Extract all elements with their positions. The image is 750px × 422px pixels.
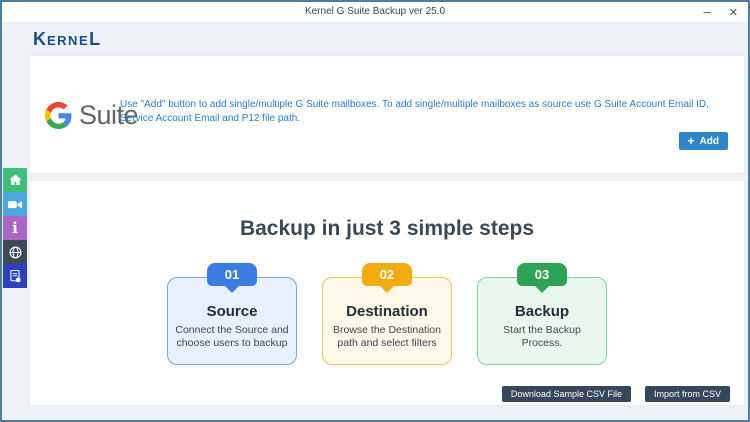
kernel-logo: KERNEL (33, 29, 101, 50)
home-icon (7, 172, 24, 189)
step-number: 03 (535, 267, 549, 282)
sidebar-item-home[interactable] (3, 168, 27, 192)
import-from-csv-button[interactable]: Import from CSV (645, 386, 730, 402)
badge-notch (379, 285, 395, 301)
source-header-panel: Suite Use "Add" button to add single/mul… (30, 56, 744, 173)
step-title: Backup (478, 303, 606, 320)
app-window: Kernel G Suite Backup ver 25.0 – ✕ KERNE… (0, 0, 750, 422)
instruction-text: Use "Add" button to add single/multiple … (120, 98, 726, 126)
step-number: 02 (380, 267, 394, 282)
globe-icon (7, 244, 24, 261)
step-title: Source (168, 303, 296, 320)
minimize-icon[interactable]: – (704, 7, 711, 17)
add-button[interactable]: + Add (679, 132, 728, 150)
kernel-logo-erne: ERNE (47, 33, 89, 48)
step-card-destination: 02 Destination Browse the Destination pa… (322, 277, 452, 365)
sidebar-item-video[interactable] (3, 192, 27, 216)
plus-icon: + (688, 136, 695, 146)
kernel-logo-l: L (89, 29, 101, 49)
step-number-badge: 02 (362, 263, 412, 286)
title-bar: Kernel G Suite Backup ver 25.0 – ✕ (2, 2, 748, 23)
add-button-label: Add (700, 136, 719, 147)
download-sample-csv-button[interactable]: Download Sample CSV File (502, 386, 631, 402)
step-description: Connect the Source and choose users to b… (172, 324, 292, 350)
sidebar-item-website[interactable] (3, 240, 27, 264)
step-title: Destination (323, 303, 451, 320)
close-icon[interactable]: ✕ (729, 6, 738, 19)
info-icon: i (12, 221, 18, 236)
google-g-icon (45, 102, 72, 129)
window-title: Kernel G Suite Backup ver 25.0 (2, 2, 748, 22)
license-report-icon (7, 268, 24, 285)
step-card-backup: 03 Backup Start the Backup Process. (477, 277, 607, 365)
badge-notch (224, 285, 240, 301)
steps-heading: Backup in just 3 simple steps (30, 181, 744, 241)
step-number-badge: 03 (517, 263, 567, 286)
steps-row: 01 Source Connect the Source and choose … (30, 277, 744, 365)
sidebar-item-license[interactable] (3, 264, 27, 288)
step-number-badge: 01 (207, 263, 257, 286)
step-number: 01 (225, 267, 239, 282)
sidebar-item-info[interactable]: i (3, 216, 27, 240)
steps-panel: Backup in just 3 simple steps 01 Source … (30, 181, 744, 405)
window-controls: – ✕ (704, 2, 738, 22)
sidebar: i (3, 168, 27, 288)
step-card-source: 01 Source Connect the Source and choose … (167, 277, 297, 365)
step-description: Browse the Destination path and select f… (327, 324, 447, 350)
csv-button-row: Download Sample CSV File Import from CSV (502, 386, 730, 402)
video-camera-icon (6, 196, 24, 213)
step-description: Start the Backup Process. (482, 324, 602, 350)
kernel-logo-k: K (33, 29, 47, 49)
badge-notch (534, 285, 550, 301)
